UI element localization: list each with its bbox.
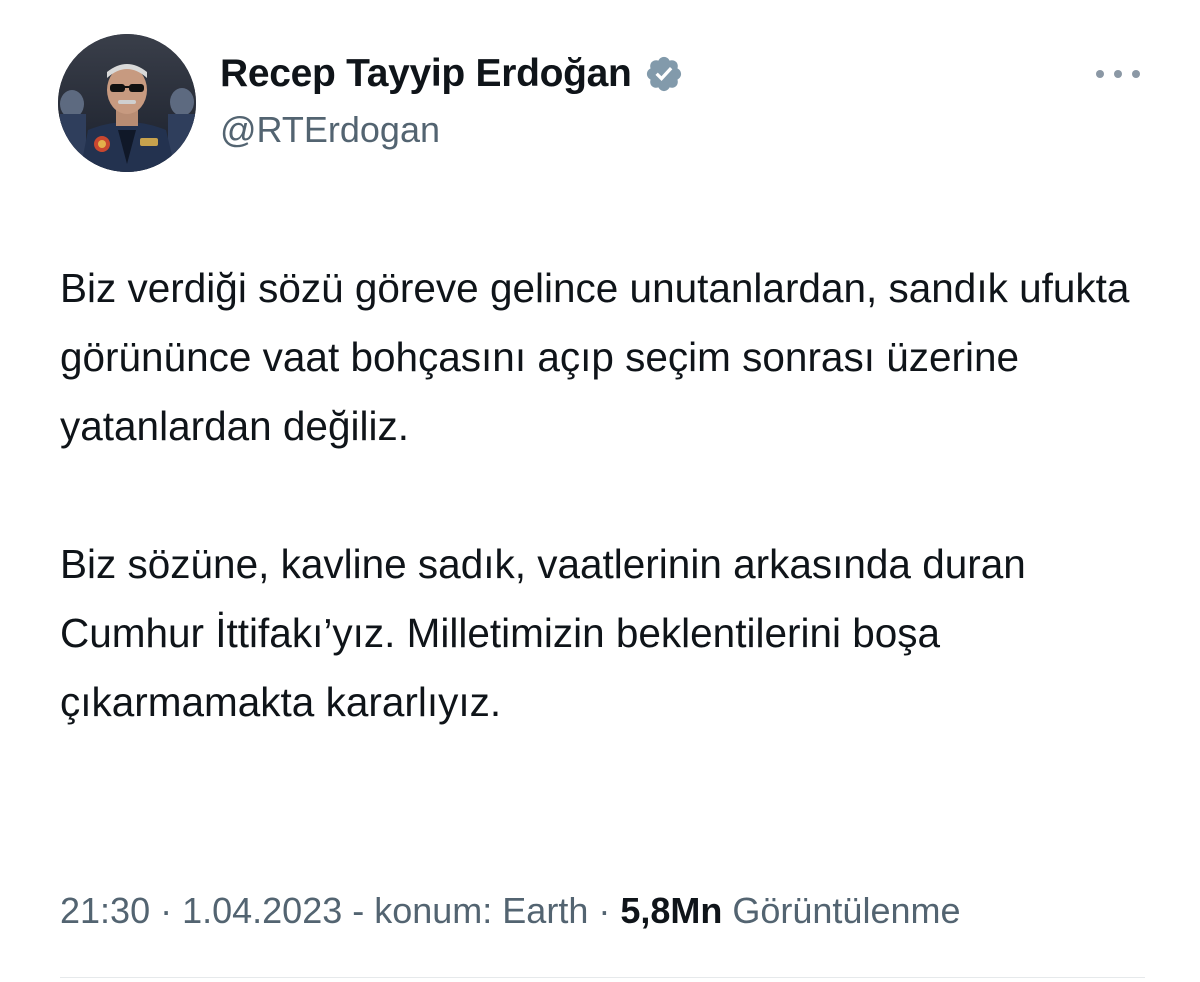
tweet-text: Biz verdiği sözü göreve gelince unutanla… — [60, 254, 1170, 737]
verified-badge-icon — [644, 54, 684, 94]
meta-separator: · — [150, 890, 183, 931]
views-count[interactable]: 5,8Mn — [620, 890, 722, 931]
more-options-icon[interactable] — [1096, 62, 1140, 86]
meta-separator: · — [588, 890, 621, 931]
author-avatar[interactable] — [58, 34, 196, 172]
author-display-name[interactable]: Recep Tayyip Erdoğan — [220, 52, 632, 96]
more-dot — [1096, 70, 1104, 78]
tweet-paragraph-2: Biz sözüne, kavline sadık, vaatlerinin a… — [60, 541, 1026, 725]
tweet-date[interactable]: 1.04.2023 — [182, 890, 342, 931]
tweet-location: - konum: Earth — [342, 890, 589, 931]
more-dot — [1132, 70, 1140, 78]
author-handle[interactable]: @RTErdogan — [220, 109, 440, 151]
views-label[interactable]: Görüntülenme — [722, 890, 960, 931]
tweet-card: Recep Tayyip Erdoğan @RTErdogan Biz verd… — [0, 0, 1200, 982]
tweet-time[interactable]: 21:30 — [60, 890, 150, 931]
divider — [60, 977, 1145, 978]
tweet-paragraph-1: Biz verdiği sözü göreve gelince unutanla… — [60, 265, 1130, 449]
tweet-metadata: 21:30 · 1.04.2023 - konum: Earth · 5,8Mn… — [60, 890, 961, 932]
more-dot — [1114, 70, 1122, 78]
avatar-image — [58, 34, 196, 172]
author-name-row[interactable]: Recep Tayyip Erdoğan — [220, 50, 684, 98]
